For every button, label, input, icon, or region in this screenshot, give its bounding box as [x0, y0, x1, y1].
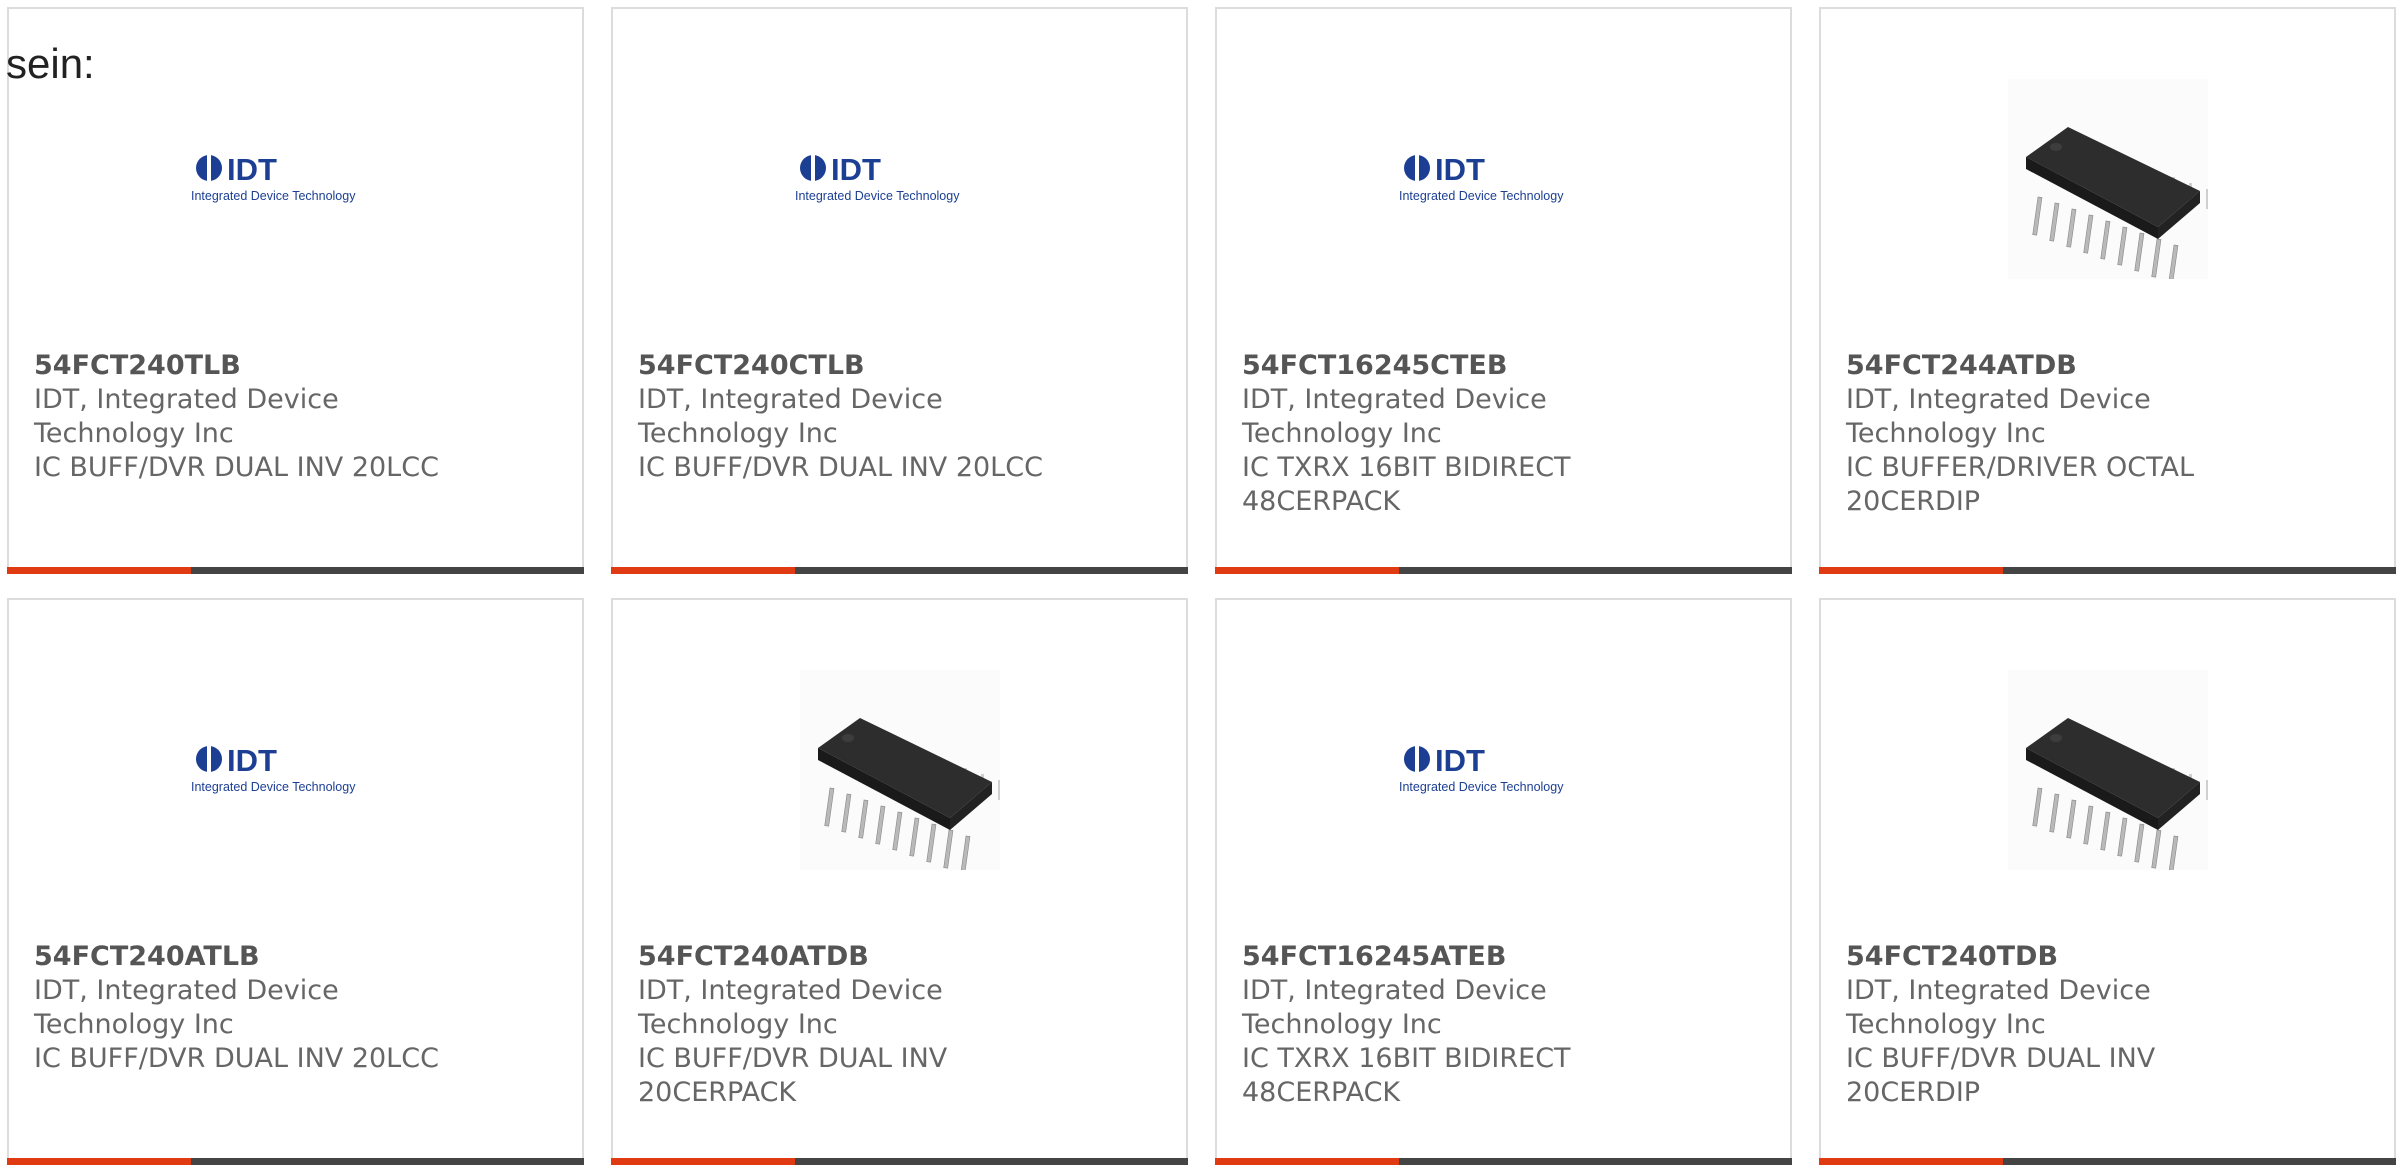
description-text: IC TXRX 16BIT BIDIRECT 48CERPACK: [1242, 1043, 1571, 1108]
manufacturer-text: IDT, Integrated Device Technology Inc: [638, 975, 943, 1040]
part-number-link[interactable]: 54FCT240CTLB: [638, 349, 1078, 383]
product-card[interactable]: 54FCT240ATDB IDT, Integrated Device Tech…: [611, 598, 1188, 1165]
product-card[interactable]: 54FCT240TDB IDT, Integrated Device Techn…: [1819, 598, 2396, 1165]
product-card[interactable]: IDT Integrated Device Technology 54FCT162…: [1215, 7, 1792, 574]
card-accent-bar: [1819, 567, 2396, 574]
part-number-link[interactable]: 54FCT16245ATEB: [1242, 940, 1682, 974]
svg-text:Integrated Device Technology: Integrated Device Technology: [1399, 780, 1564, 794]
idt-logo-icon: IDT Integrated Device Technology: [191, 743, 356, 794]
card-accent-bar: [1819, 1158, 2396, 1165]
part-number-link[interactable]: 54FCT240TLB: [34, 349, 474, 383]
manufacturer-text: IDT, Integrated Device Technology Inc: [34, 975, 339, 1040]
idt-logo-icon: IDT Integrated Device Technology: [191, 152, 356, 203]
svg-text:IDT: IDT: [227, 152, 277, 187]
product-card[interactable]: IDT Integrated Device Technology 54FCT240…: [611, 7, 1188, 574]
product-image[interactable]: [613, 670, 1186, 870]
svg-text:IDT: IDT: [831, 152, 881, 187]
description-text: IC BUFF/DVR DUAL INV 20LCC: [638, 452, 1043, 483]
description-text: IC BUFFER/DRIVER OCTAL 20CERDIP: [1846, 452, 2195, 517]
svg-text:IDT: IDT: [227, 743, 277, 778]
svg-text:Integrated Device Technology: Integrated Device Technology: [191, 780, 356, 794]
manufacturer-text: IDT, Integrated Device Technology Inc: [34, 384, 339, 449]
product-image[interactable]: IDT Integrated Device Technology: [9, 79, 582, 279]
svg-text:Integrated Device Technology: Integrated Device Technology: [1399, 189, 1564, 203]
manufacturer-text: IDT, Integrated Device Technology Inc: [1242, 975, 1547, 1040]
description-text: IC TXRX 16BIT BIDIRECT 48CERPACK: [1242, 452, 1571, 517]
card-accent-bar: [7, 1158, 584, 1165]
description-text: IC BUFF/DVR DUAL INV 20LCC: [34, 452, 439, 483]
part-number-link[interactable]: 54FCT240ATDB: [638, 940, 1078, 974]
part-number-link[interactable]: 54FCT244ATDB: [1846, 349, 2286, 383]
idt-logo-icon: IDT Integrated Device Technology: [1399, 743, 1564, 794]
svg-text:IDT: IDT: [1435, 743, 1485, 778]
product-card[interactable]: IDT Integrated Device Technology 54FCT240…: [7, 598, 584, 1165]
dip-chip-icon: [2007, 670, 2208, 870]
product-card[interactable]: IDT Integrated Device Technology 54FCT162…: [1215, 598, 1792, 1165]
product-image[interactable]: IDT Integrated Device Technology: [1217, 79, 1790, 279]
dip-chip-icon: [799, 670, 1000, 870]
description-text: IC BUFF/DVR DUAL INV 20LCC: [34, 1043, 439, 1074]
dip-chip-icon: [2007, 79, 2208, 279]
product-image[interactable]: IDT Integrated Device Technology: [613, 79, 1186, 279]
product-grid: IDT Integrated Device Technology 54FCT240…: [7, 7, 2400, 1165]
part-number-link[interactable]: 54FCT240ATLB: [34, 940, 474, 974]
part-number-link[interactable]: 54FCT16245CTEB: [1242, 349, 1682, 383]
card-accent-bar: [7, 567, 584, 574]
card-accent-bar: [1215, 1158, 1792, 1165]
product-image[interactable]: IDT Integrated Device Technology: [9, 670, 582, 870]
card-accent-bar: [1215, 567, 1792, 574]
product-image[interactable]: IDT Integrated Device Technology: [1217, 670, 1790, 870]
description-text: IC BUFF/DVR DUAL INV 20CERPACK: [638, 1043, 948, 1108]
intro-text: sein:: [6, 40, 95, 87]
svg-text:IDT: IDT: [1435, 152, 1485, 187]
manufacturer-text: IDT, Integrated Device Technology Inc: [1242, 384, 1547, 449]
svg-text:Integrated Device Technology: Integrated Device Technology: [795, 189, 960, 203]
svg-text:Integrated Device Technology: Integrated Device Technology: [191, 189, 356, 203]
card-accent-bar: [611, 567, 1188, 574]
product-image[interactable]: [1821, 79, 2394, 279]
idt-logo-icon: IDT Integrated Device Technology: [795, 152, 960, 203]
product-image[interactable]: [1821, 670, 2394, 870]
manufacturer-text: IDT, Integrated Device Technology Inc: [1846, 975, 2151, 1040]
manufacturer-text: IDT, Integrated Device Technology Inc: [1846, 384, 2151, 449]
manufacturer-text: IDT, Integrated Device Technology Inc: [638, 384, 943, 449]
product-card[interactable]: 54FCT244ATDB IDT, Integrated Device Tech…: [1819, 7, 2396, 574]
product-card[interactable]: IDT Integrated Device Technology 54FCT240…: [7, 7, 584, 574]
card-accent-bar: [611, 1158, 1188, 1165]
description-text: IC BUFF/DVR DUAL INV 20CERDIP: [1846, 1043, 2156, 1108]
part-number-link[interactable]: 54FCT240TDB: [1846, 940, 2286, 974]
idt-logo-icon: IDT Integrated Device Technology: [1399, 152, 1564, 203]
